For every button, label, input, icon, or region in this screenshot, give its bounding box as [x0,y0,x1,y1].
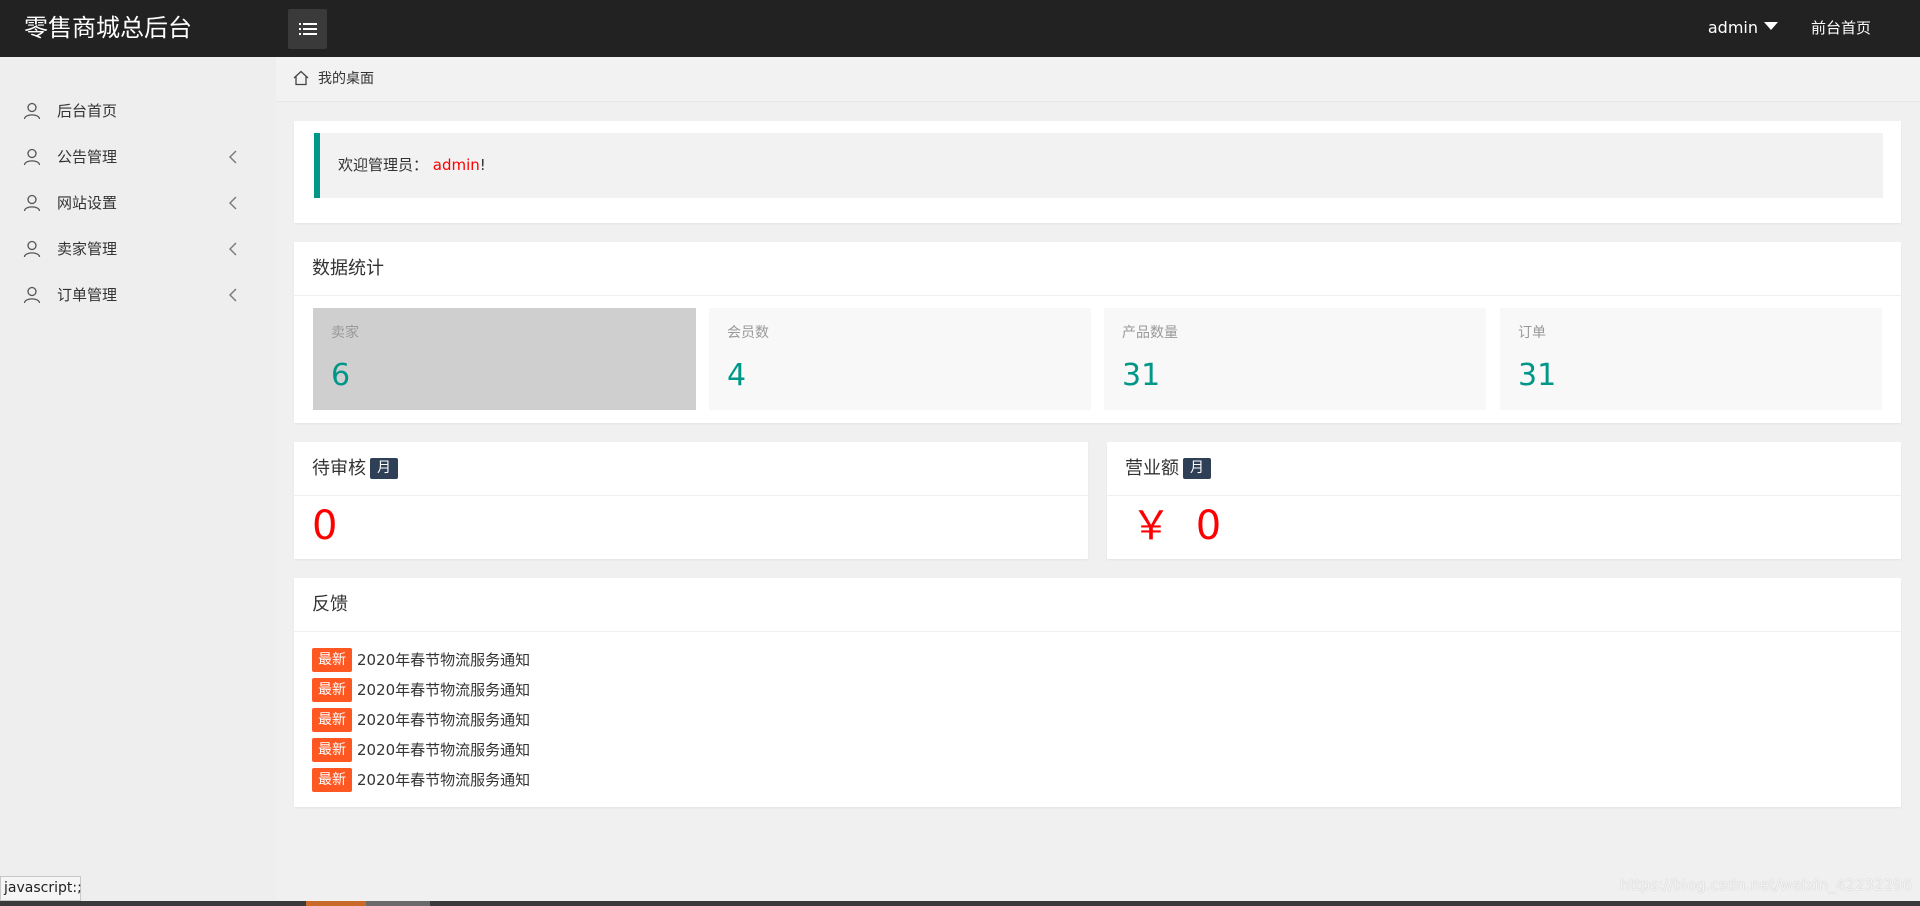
divider [1107,495,1901,496]
user-icon [23,240,41,258]
new-badge: 最新 [312,738,352,762]
sidebar-item-label: 后台首页 [57,102,118,120]
home-icon [293,70,309,86]
chevron-left-icon [229,150,237,164]
divider [294,631,1901,632]
feedback-title: 反馈 [312,594,348,615]
taskbar-segment [366,901,430,906]
user-icon [23,148,41,166]
chevron-left-icon [229,288,237,302]
stat-value: 31 [1518,358,1557,393]
stat-label: 会员数 [727,325,769,341]
breadcrumb-current[interactable]: 我的桌面 [318,70,374,88]
month-badge: 月 [1183,458,1211,479]
feedback-text: 2020年春节物流服务通知 [357,771,531,789]
feedback-text: 2020年春节物流服务通知 [357,681,531,699]
divider [294,495,1088,496]
user-icon [23,102,41,120]
menu-toggle-button[interactable] [288,9,327,49]
user-icon [23,286,41,304]
list-item[interactable]: 最新 2020年春节物流服务通知 [312,768,530,792]
sidebar-item-notice[interactable]: 公告管理 [0,137,276,177]
welcome-suffix: ! [479,156,486,174]
month-badge: 月 [370,458,398,479]
brand-title: 零售商城总后台 [24,14,192,42]
list-item[interactable]: 最新 2020年春节物流服务通知 [312,648,530,672]
revenue-value: ￥ 0 [1131,502,1221,550]
sidebar-item-label: 卖家管理 [57,240,118,258]
stat-label: 卖家 [331,325,359,341]
taskbar-strip [0,901,1920,906]
user-icon [23,194,41,212]
pending-title-text: 待审核 [312,458,366,479]
welcome-card: 欢迎管理员： admin! [294,121,1901,223]
revenue-amount: 0 [1195,503,1222,549]
caret-down-icon [1764,21,1778,30]
feedback-text: 2020年春节物流服务通知 [357,741,531,759]
sidebar-item-label: 网站设置 [57,194,118,212]
top-header: 零售商城总后台 admin 前台首页 [0,0,1920,57]
user-menu[interactable]: admin [1708,18,1778,38]
stat-value: 31 [1122,358,1161,393]
user-name: admin [1707,18,1758,37]
welcome-banner: 欢迎管理员： admin! [314,133,1883,198]
stats-title: 数据统计 [312,258,384,279]
new-badge: 最新 [312,678,352,702]
revenue-title: 营业额月 [1125,442,1211,495]
stats-card: 数据统计 卖家 6 会员数 4 产品数量 31 订单 31 [294,242,1901,423]
feedback-text: 2020年春节物流服务通知 [357,651,531,669]
pending-title: 待审核月 [312,442,398,495]
sidebar-item-site-settings[interactable]: 网站设置 [0,183,276,223]
browser-status-bar: javascript:; [0,876,82,901]
list-item[interactable]: 最新 2020年春节物流服务通知 [312,708,530,732]
taskbar-segment [306,901,366,906]
breadcrumb: 我的桌面 [276,57,1920,102]
stat-value: 4 [727,358,747,393]
currency-symbol: ￥ [1131,503,1171,549]
chevron-left-icon [229,242,237,256]
sidebar-item-orders[interactable]: 订单管理 [0,275,276,315]
stat-orders[interactable]: 订单 31 [1500,308,1882,410]
feedback-card: 反馈 最新 2020年春节物流服务通知 最新 2020年春节物流服务通知 最新 … [294,578,1901,807]
pending-card: 待审核月 0 [294,442,1088,559]
sidebar-item-sellers[interactable]: 卖家管理 [0,229,276,269]
revenue-card: 营业额月 ￥ 0 [1107,442,1901,559]
chevron-left-icon [229,196,237,210]
watermark: https://blog.csdn.net/weixin_42232296 [1619,876,1912,894]
welcome-text: 欢迎管理员： admin! [338,155,486,175]
divider [294,295,1901,296]
sidebar-item-home[interactable]: 后台首页 [0,91,276,131]
welcome-admin-name: admin [432,156,480,174]
sidebar-item-label: 公告管理 [57,148,118,166]
new-badge: 最新 [312,768,352,792]
list-item[interactable]: 最新 2020年春节物流服务通知 [312,738,530,762]
stat-label: 订单 [1518,325,1546,341]
welcome-prefix: 欢迎管理员： [338,156,429,174]
stat-products[interactable]: 产品数量 31 [1104,308,1486,410]
new-badge: 最新 [312,708,352,732]
list-item[interactable]: 最新 2020年春节物流服务通知 [312,678,530,702]
pending-value: 0 [312,503,338,549]
feedback-text: 2020年春节物流服务通知 [357,711,531,729]
stat-members[interactable]: 会员数 4 [709,308,1091,410]
sidebar-item-label: 订单管理 [57,286,118,304]
revenue-title-text: 营业额 [1125,458,1179,479]
sidebar: 后台首页 公告管理 网站设置 卖家管理 订单管理 [0,57,276,906]
stat-value: 6 [331,358,351,393]
new-badge: 最新 [312,648,352,672]
list-icon [298,23,317,35]
stat-sellers[interactable]: 卖家 6 [313,308,696,410]
stat-label: 产品数量 [1122,325,1178,341]
front-home-link[interactable]: 前台首页 [1811,18,1871,38]
